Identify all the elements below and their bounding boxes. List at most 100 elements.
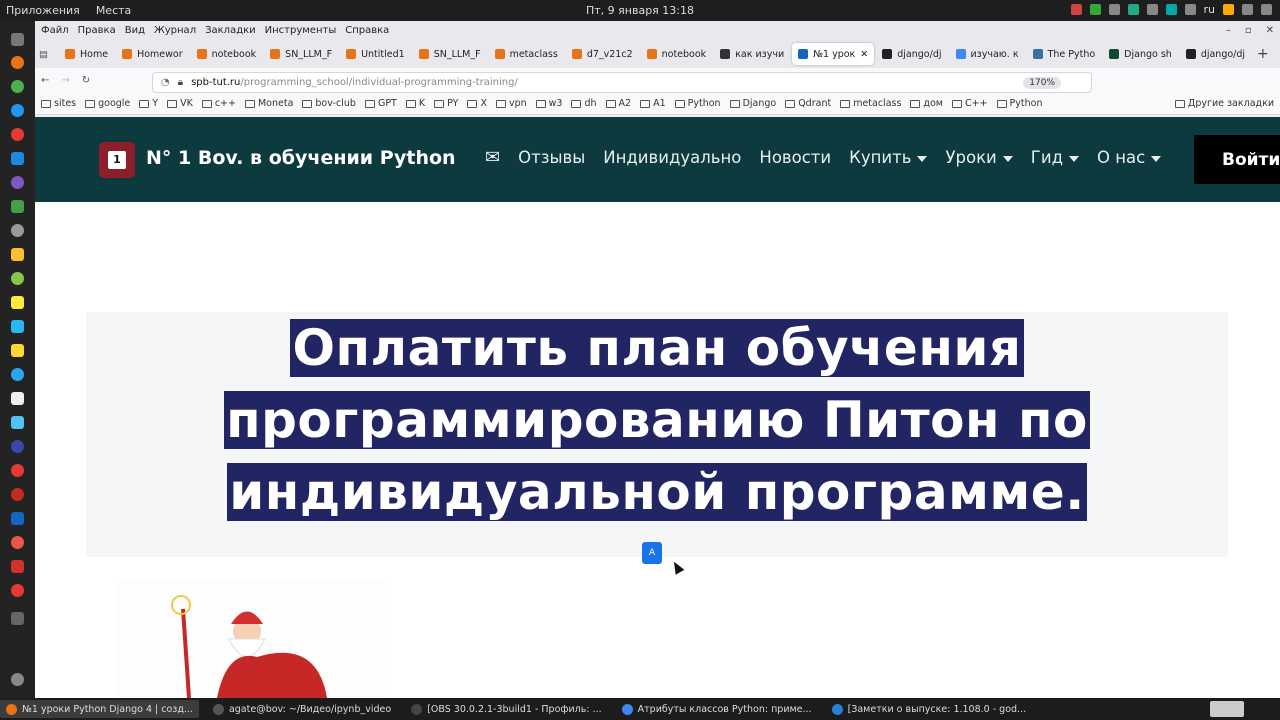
menu-history[interactable]: Журнал [154,25,196,36]
menu-help[interactable]: Справка [345,25,389,36]
tab-active[interactable]: №1 урок ✕ [792,43,875,65]
zoom-level[interactable]: 170% [1023,76,1061,89]
files-icon[interactable] [11,33,24,46]
bookmark[interactable]: Django [729,98,776,109]
taskbar-item[interactable]: №1 уроки Python Django 4 | созд... [0,700,199,718]
tab[interactable]: notebook [191,43,263,65]
nav-news[interactable]: Новости [759,148,831,167]
app-icon[interactable] [11,440,24,453]
tab-list-icon[interactable]: ▤ [39,49,53,60]
app-icon[interactable] [11,612,24,625]
telegram-icon[interactable] [11,368,24,381]
tab[interactable]: SN_LLM_F [264,43,338,65]
app-icon[interactable] [11,536,24,549]
bookmark[interactable]: dh [571,98,597,109]
tab[interactable]: Home [59,43,114,65]
tab[interactable]: django/dj [876,43,947,65]
tray-icon[interactable] [1070,4,1082,15]
app-icon[interactable] [11,272,24,285]
tab[interactable]: metaclass [489,43,564,65]
translate-icon[interactable]: A [642,542,662,564]
nav-guide[interactable]: Гид [1031,148,1079,167]
bookmark[interactable]: C++ [951,98,988,109]
bookmark[interactable]: PY [434,98,458,109]
tray-icon[interactable] [1184,4,1196,15]
app-icon[interactable] [11,512,24,525]
taskbar-item[interactable]: agate@bov: ~/Видео/ipynb_video [207,700,397,718]
nav-reviews[interactable]: Отзывы [518,148,585,167]
bookmark[interactable]: metaclass [840,98,901,109]
login-button[interactable]: Войти [1194,135,1280,184]
nav-about[interactable]: О нас [1097,148,1161,167]
app-icon[interactable] [11,248,24,261]
bookmark[interactable]: Moneta [244,98,293,109]
bookmark[interactable]: A1 [640,98,666,109]
firefox-icon[interactable] [11,56,24,69]
app-icon[interactable] [11,488,24,501]
app-icon[interactable] [11,584,24,597]
mail-icon[interactable]: ✉ [485,147,500,168]
vscode-icon[interactable] [11,152,24,165]
nav-individual[interactable]: Индивидуально [603,148,741,167]
forward-icon[interactable]: → [61,75,69,86]
app-icon[interactable] [11,344,24,357]
reload-icon[interactable]: ↻ [82,75,90,86]
bookmark[interactable]: Qdrant [785,98,831,109]
bookmark[interactable]: K [405,98,425,109]
shield-icon[interactable]: ◔ [161,77,170,88]
volume-icon[interactable] [1242,4,1253,15]
address-bar[interactable]: ◔ 🔒︎ spb-tut.ru/programming_school/indiv… [152,72,1092,93]
bookmark[interactable]: w3 [535,98,562,109]
taskbar-item[interactable]: [OBS 30.0.2.1-3build1 - Профиль: ... [405,700,607,718]
bookmark[interactable]: google [85,98,130,109]
site-logo[interactable]: 1 [99,142,135,178]
microphone-icon[interactable] [1223,4,1234,15]
lock-icon[interactable]: 🔒︎ [178,77,183,88]
app-icon[interactable] [11,296,24,309]
tray-icon[interactable] [1108,4,1120,15]
yandex-icon[interactable] [11,128,24,141]
bookmark[interactable]: GPT [364,98,397,109]
app-icon[interactable] [11,200,24,213]
bookmark[interactable]: bov-club [302,98,356,109]
bookmark[interactable]: vpn [495,98,527,109]
tab[interactable]: notebook [641,43,713,65]
back-icon[interactable]: ← [41,75,49,86]
nav-lessons[interactable]: Уроки [945,148,1012,167]
tab-close-icon[interactable]: ✕ [860,49,868,60]
app-icon[interactable] [11,176,24,189]
tray-icon[interactable] [1127,4,1139,15]
bookmark[interactable]: c++ [201,98,236,109]
app-icon[interactable] [11,416,24,429]
app-icon[interactable] [11,560,24,573]
settings-icon[interactable] [11,673,24,686]
tray-icon[interactable] [1089,4,1101,15]
taskbar-item[interactable]: Атрибуты классов Python: приме... [616,700,818,718]
taskbar-item[interactable]: [Заметки о выпуске: 1.108.0 - god... [826,700,1033,718]
bookmark[interactable]: Python [674,98,721,109]
power-icon[interactable] [1261,4,1272,15]
tab[interactable]: Untitled1 [340,43,411,65]
app-icon[interactable] [11,464,24,477]
chrome-icon[interactable] [11,80,24,93]
restore-icon[interactable]: ▫ [1245,25,1252,36]
tab[interactable]: как изучи [714,43,790,65]
tab[interactable]: SN_LLM_F [413,43,487,65]
nav-buy[interactable]: Купить [849,148,927,167]
tab[interactable]: Homewor [116,43,189,65]
bookmark[interactable]: VK [167,98,193,109]
menu-edit[interactable]: Правка [78,25,116,36]
tab[interactable]: Django sh [1103,43,1178,65]
tab[interactable]: django/dj [1180,43,1251,65]
tab[interactable]: d7_v21c2 [566,43,639,65]
new-tab-icon[interactable]: + [1257,46,1269,62]
menu-bookmarks[interactable]: Закладки [205,25,256,36]
app-icon[interactable] [11,320,24,333]
close-icon[interactable]: ✕ [1266,25,1274,36]
other-bookmarks[interactable]: Другие закладки [1174,98,1274,109]
app-icon[interactable] [11,392,24,405]
language-indicator[interactable]: ru [1204,3,1216,16]
site-brand[interactable]: N° 1 Bov. в обучении Python [146,147,456,169]
minimize-icon[interactable]: – [1226,25,1231,36]
bookmark[interactable]: X [467,98,487,109]
